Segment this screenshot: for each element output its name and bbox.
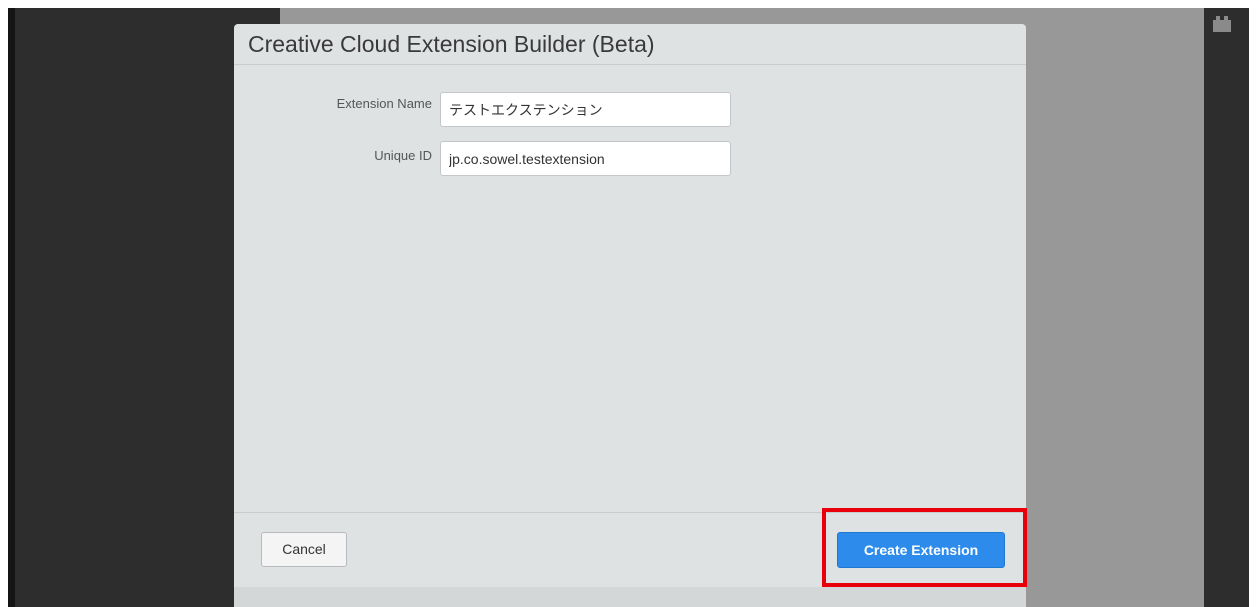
- unique-id-input[interactable]: [440, 141, 731, 176]
- cancel-button[interactable]: Cancel: [261, 532, 347, 567]
- dialog-header: Creative Cloud Extension Builder (Beta): [234, 24, 1026, 65]
- extension-name-input[interactable]: [440, 92, 731, 127]
- dialog-title: Creative Cloud Extension Builder (Beta): [248, 31, 655, 57]
- unique-id-label: Unique ID: [374, 148, 432, 163]
- extension-builder-dialog: Creative Cloud Extension Builder (Beta) …: [234, 24, 1026, 607]
- right-panel: [1204, 8, 1249, 607]
- extension-name-label: Extension Name: [336, 96, 432, 111]
- left-sidebar: [8, 8, 15, 607]
- dialog-footer: Cancel Create Extension: [234, 512, 1026, 588]
- plugin-icon[interactable]: [1213, 16, 1231, 32]
- create-extension-button[interactable]: Create Extension: [837, 532, 1005, 568]
- dialog-bottom-bar: [234, 587, 1026, 607]
